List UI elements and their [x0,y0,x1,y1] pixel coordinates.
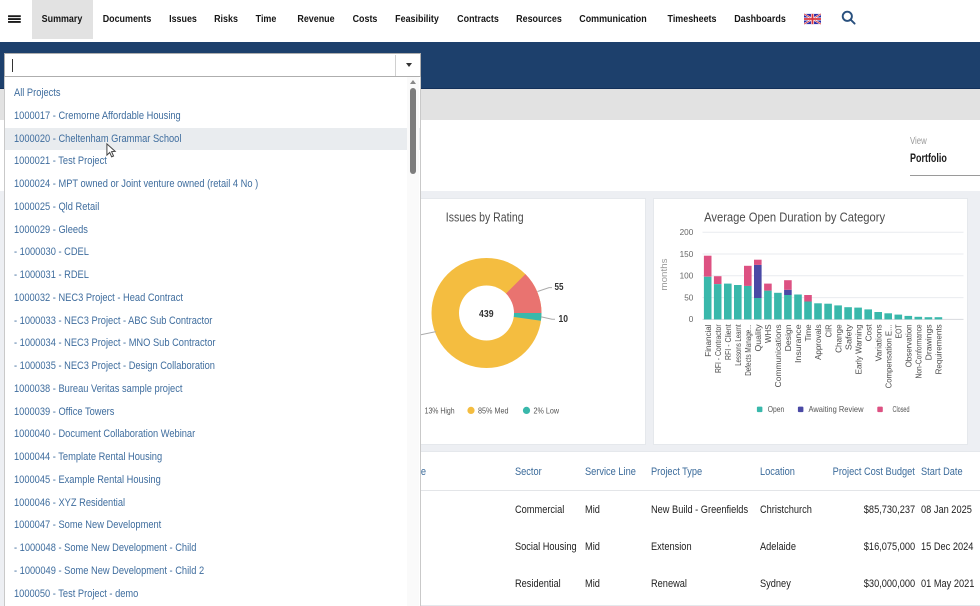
svg-text:Cost: Cost [864,324,873,342]
svg-text:Lessons Learnt: Lessons Learnt [734,324,743,366]
svg-text:Early Warning: Early Warning [854,324,863,374]
svg-text:2% Low: 2% Low [534,405,560,415]
svg-text:Average Open Duration by Categ: Average Open Duration by Category [704,209,885,224]
svg-text:Variations: Variations [874,324,883,361]
svg-text:Communications: Communications [774,324,783,387]
svg-text:months: months [659,258,670,290]
svg-text:EOT: EOT [895,324,904,338]
svg-text:0: 0 [689,315,694,324]
svg-text:Compensation E...: Compensation E... [884,324,893,388]
svg-text:Insurance: Insurance [794,324,803,363]
svg-text:Design: Design [784,324,793,351]
svg-text:Quality: Quality [754,323,763,351]
svg-text:13% High: 13% High [425,405,455,415]
svg-text:Financial: Financial [704,324,713,356]
svg-text:Defects Manage...: Defects Manage... [744,324,753,375]
svg-text:Non-Conformance: Non-Conformance [915,324,924,378]
svg-text:Approvals: Approvals [814,324,823,360]
svg-text:Open: Open [768,404,785,414]
svg-text:Safety: Safety [844,323,853,350]
svg-text:150: 150 [680,250,694,259]
svg-text:Requirements: Requirements [935,324,944,374]
svg-text:Issues by Rating: Issues by Rating [446,210,524,225]
svg-text:10: 10 [559,314,569,325]
svg-text:Change: Change [834,324,843,353]
svg-text:100: 100 [680,272,694,281]
svg-text:50: 50 [684,293,694,302]
svg-text:CIR: CIR [824,324,833,337]
svg-text:RFI - Client: RFI - Client [724,324,733,360]
svg-text:200: 200 [680,228,694,237]
svg-text:439: 439 [479,308,494,320]
svg-text:Closed: Closed [893,404,910,414]
svg-text:Observation: Observation [905,324,914,367]
svg-text:85% Med: 85% Med [478,405,509,415]
svg-text:RFI - Contractor: RFI - Contractor [714,324,723,373]
svg-text:Awaiting Review: Awaiting Review [809,404,865,414]
svg-text:Drawings: Drawings [925,324,934,360]
svg-text:WHS: WHS [764,324,773,343]
svg-text:Time: Time [804,324,813,341]
svg-text:55: 55 [555,282,564,293]
